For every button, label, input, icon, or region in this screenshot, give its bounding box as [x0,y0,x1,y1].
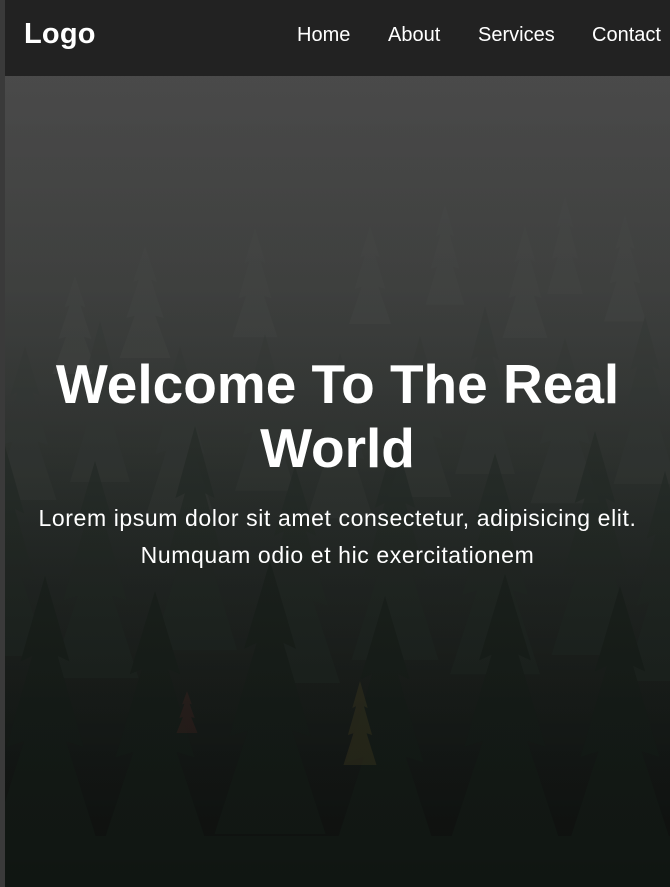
nav-link-contact[interactable]: Contact [592,23,661,47]
hero-content: Welcome To The Real World Lorem ipsum do… [5,352,670,574]
nav-link-home[interactable]: Home [297,23,350,47]
nav-links: Home About Services Contact [5,23,670,47]
nav-link-about[interactable]: About [388,23,440,47]
navbar: Logo Home About Services Contact [5,0,670,76]
nav-link-services[interactable]: Services [478,23,555,47]
hero-subtitle: Lorem ipsum dolor sit amet consectetur, … [38,505,637,568]
hero-title: Welcome To The Real World [55,353,620,479]
window-left-edge [0,0,5,887]
hero-section: Welcome To The Real World Lorem ipsum do… [5,76,670,887]
